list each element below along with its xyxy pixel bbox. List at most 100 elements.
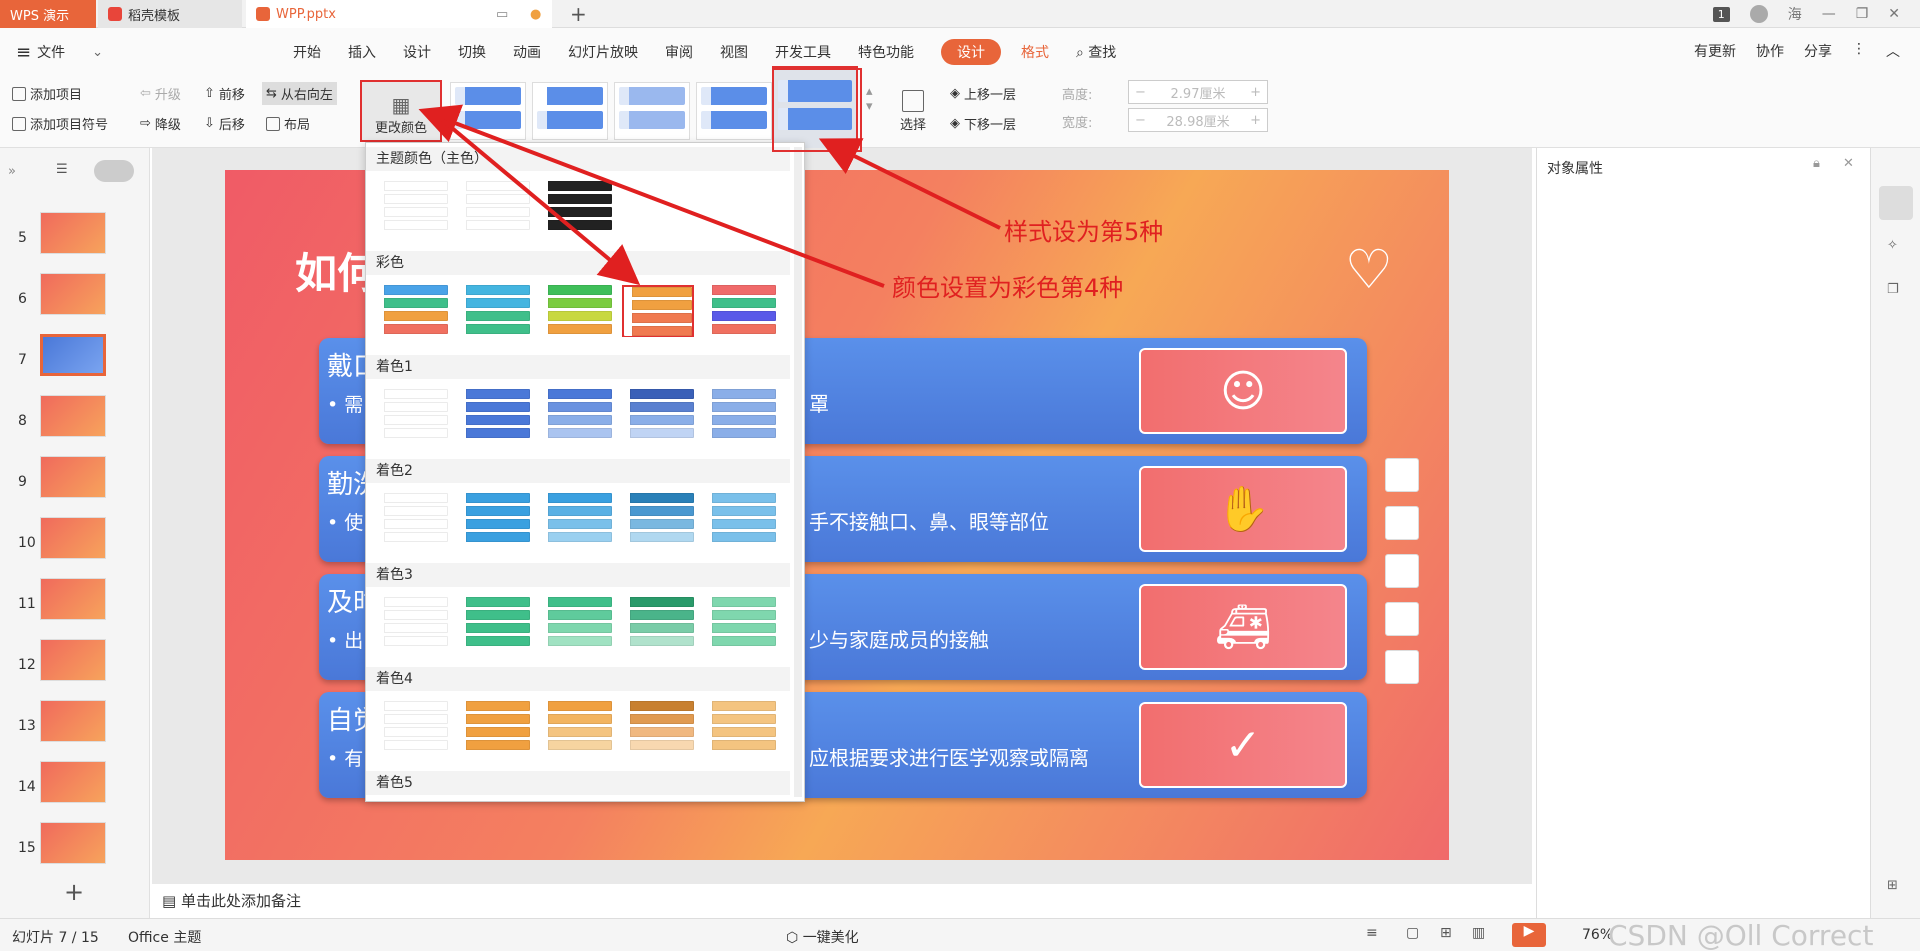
slide-thumb-13[interactable]: 13 (0, 700, 150, 756)
tab-wps[interactable]: WPS 演示 (0, 0, 96, 28)
menu-smartart-design[interactable]: 设计 (941, 39, 1001, 65)
color-swatch-accent2-4[interactable] (622, 493, 694, 545)
grid-icon[interactable]: ⊞ (1887, 878, 1898, 893)
style-gallery-4[interactable] (696, 82, 772, 140)
plus-icon[interactable]: + (1250, 85, 1261, 100)
color-swatch-accent3-3[interactable] (540, 597, 612, 649)
more-icon[interactable]: ⋮ (1852, 41, 1866, 61)
layout-button[interactable]: 布局 (266, 114, 310, 133)
avatar[interactable] (1749, 5, 1768, 23)
window-icon[interactable]: ❐ (1887, 282, 1899, 297)
chevron-down-icon[interactable]: ⌄ (92, 45, 103, 60)
slide-thumb-12[interactable]: 12 (0, 639, 150, 695)
menu-file[interactable]: 文件 (37, 42, 65, 62)
color-swatch-accent1-4[interactable] (622, 389, 694, 441)
hamburger-icon[interactable]: ≡ (16, 42, 31, 63)
collapse-icon[interactable]: ︿ (1886, 41, 1900, 61)
add-symbol-button[interactable]: 添加项目符号 (12, 114, 108, 133)
beautify-button[interactable]: ⬡ 一键美化 (786, 927, 859, 947)
new-tab-button[interactable]: + (570, 2, 587, 26)
change-color-button[interactable]: ▦ 更改颜色 (360, 80, 442, 142)
slide-thumb-7[interactable]: 7 (0, 334, 150, 390)
outline-icon[interactable]: ☰ (56, 162, 68, 177)
forward-button[interactable]: ⇧ 前移 (204, 84, 245, 103)
lock-icon[interactable]: 🔒︎ (1813, 156, 1820, 171)
slide-thumb-14[interactable]: 14 (0, 761, 150, 817)
normal-view-icon[interactable]: ▢ (1406, 925, 1419, 941)
down-layer-button[interactable]: ◈ 下移一层 (950, 114, 1016, 133)
add-slide-button[interactable]: + (64, 878, 84, 906)
restore-icon[interactable]: ❐ (1856, 6, 1869, 22)
minus-icon[interactable]: − (1135, 85, 1146, 100)
color-swatch-accent4-5[interactable] (704, 701, 776, 753)
update-button[interactable]: 有更新 (1694, 41, 1736, 61)
menu-special[interactable]: 特色功能 (858, 42, 914, 62)
slide-thumb-5[interactable]: 5 (0, 212, 150, 268)
color-swatch-accent2-5[interactable] (704, 493, 776, 545)
select-button[interactable]: 选择 (900, 90, 926, 133)
minus-icon[interactable]: − (1135, 113, 1146, 128)
color-swatch-accent2-2[interactable] (458, 493, 530, 545)
height-field[interactable]: − 2.97厘米 + (1128, 80, 1268, 104)
slide-thumb-8[interactable]: 8 (0, 395, 150, 451)
smartart-flow-icon[interactable] (1385, 554, 1419, 588)
style-gallery-1[interactable] (450, 82, 526, 140)
smartart-layout-icon[interactable] (1385, 506, 1419, 540)
menu-view[interactable]: 视图 (720, 42, 748, 62)
tab-template[interactable]: 稻壳模板 (98, 0, 242, 28)
format-brush-icon[interactable] (1385, 650, 1419, 684)
color-swatch-accent1-5[interactable] (704, 389, 776, 441)
slide-thumb-11[interactable]: 11 (0, 578, 150, 634)
color-swatch-theme-1[interactable] (376, 181, 448, 233)
smartart-add-icon[interactable] (1385, 458, 1419, 492)
notes-toggle-icon[interactable]: ≡ (1366, 925, 1378, 941)
color-swatch-accent4-3[interactable] (540, 701, 612, 753)
color-swatch-accent3-4[interactable] (622, 597, 694, 649)
color-swatch-accent2-3[interactable] (540, 493, 612, 545)
pin-icon[interactable]: ✧ (1887, 238, 1898, 253)
style-gallery-3[interactable] (614, 82, 690, 140)
demote-button[interactable]: ⇨ 降级 (140, 114, 181, 133)
menu-developer[interactable]: 开发工具 (775, 42, 831, 62)
slide-thumb-10[interactable]: 10 (0, 517, 150, 573)
collab-button[interactable]: 协作 (1756, 41, 1784, 61)
menu-transition[interactable]: 切换 (458, 42, 486, 62)
color-swatch-colorful-1[interactable] (376, 285, 448, 337)
theme-name[interactable]: Office 主题 (128, 927, 201, 947)
tab-file[interactable]: WPP.pptx ▭ ● (246, 0, 552, 28)
sorter-view-icon[interactable]: ⊞ (1440, 925, 1452, 941)
color-swatch-accent1-2[interactable] (458, 389, 530, 441)
gallery-scroll-icon[interactable]: ▴ ▾ (866, 84, 873, 114)
rtl-button[interactable]: ⇆ 从右向左 (262, 82, 337, 105)
color-swatch-theme-3[interactable] (540, 181, 612, 233)
menu-review[interactable]: 审阅 (665, 42, 693, 62)
color-swatch-accent4-2[interactable] (458, 701, 530, 753)
color-swatch-colorful-3[interactable] (540, 285, 612, 337)
style-gallery-2[interactable] (532, 82, 608, 140)
color-swatch-theme-2[interactable] (458, 181, 530, 233)
menu-home[interactable]: 开始 (293, 42, 321, 62)
menu-slideshow[interactable]: 幻灯片放映 (568, 42, 638, 62)
expand-icon[interactable]: » (8, 164, 16, 179)
backward-button[interactable]: ⇩ 后移 (204, 114, 245, 133)
width-field[interactable]: − 28.98厘米 + (1128, 108, 1268, 132)
menu-insert[interactable]: 插入 (348, 42, 376, 62)
slide-thumb-9[interactable]: 9 (0, 456, 150, 512)
promote-button[interactable]: ⇦ 升级 (140, 84, 181, 103)
color-swatch-accent3-5[interactable] (704, 597, 776, 649)
color-swatch-accent4-4[interactable] (622, 701, 694, 753)
color-swatch-colorful-2[interactable] (458, 285, 530, 337)
color-swatch-accent2-1[interactable] (376, 493, 448, 545)
add-item-button[interactable]: 添加项目 (12, 84, 82, 103)
color-swatch-accent1-1[interactable] (376, 389, 448, 441)
color-swatch-colorful-4[interactable] (622, 285, 694, 337)
up-layer-button[interactable]: ◈ 上移一层 (950, 84, 1016, 103)
slide-thumb-15[interactable]: 15 (0, 822, 150, 878)
color-swatch-accent3-2[interactable] (458, 597, 530, 649)
monitor-icon[interactable]: ▭ (496, 7, 508, 22)
menu-format[interactable]: 格式 (1021, 42, 1049, 62)
menu-design[interactable]: 设计 (403, 42, 431, 62)
close-icon[interactable]: ✕ (1843, 156, 1854, 171)
notes-area[interactable]: ▤ 单击此处添加备注 (152, 884, 1532, 918)
color-swatch-accent4-1[interactable] (376, 701, 448, 753)
